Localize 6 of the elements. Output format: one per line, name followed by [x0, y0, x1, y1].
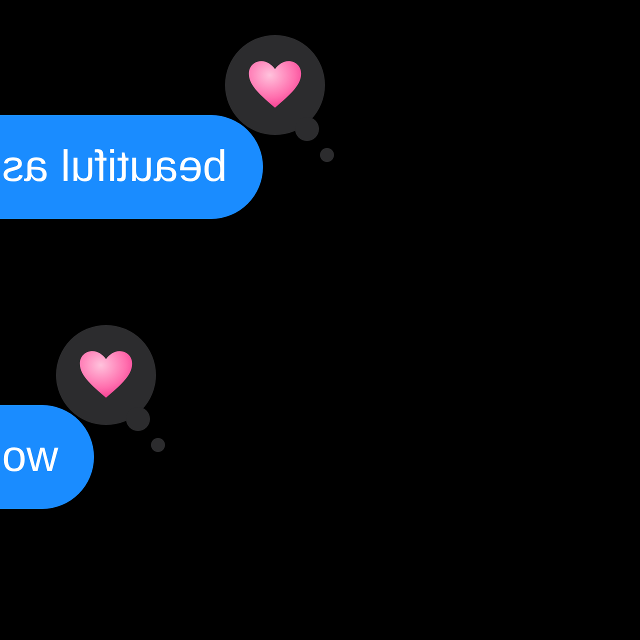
heart-icon	[247, 60, 304, 110]
reaction-tail	[151, 438, 166, 452]
message-text: beautiful as	[2, 145, 228, 189]
message-text: wo	[2, 435, 58, 479]
reaction-tail	[320, 148, 334, 162]
heart-icon	[78, 350, 134, 400]
